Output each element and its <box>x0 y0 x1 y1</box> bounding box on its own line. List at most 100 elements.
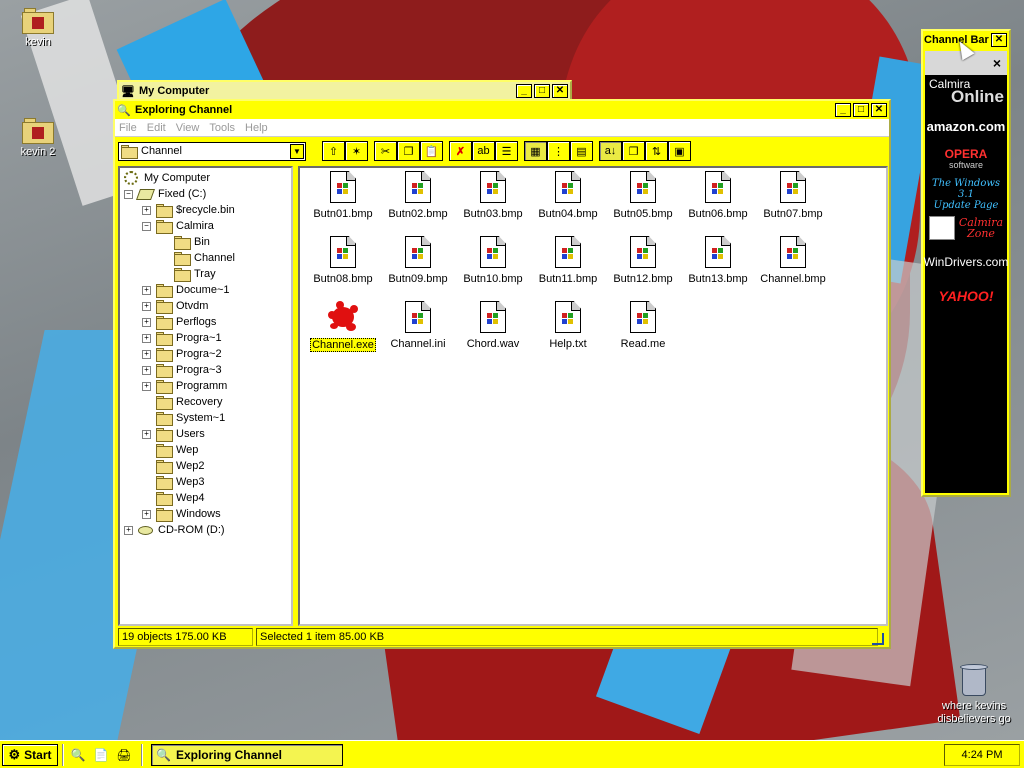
folder-combo[interactable]: Channel ▼ <box>118 141 306 161</box>
tree-item[interactable]: Bin <box>122 234 291 250</box>
folder-tree[interactable]: My Computer − Fixed (C:) + $recycle.bin − Calm… <box>118 166 293 626</box>
minimize-button[interactable]: _ <box>835 103 851 117</box>
expand-icon[interactable]: + <box>124 525 133 535</box>
collapse-icon[interactable]: − <box>142 221 151 231</box>
expand-icon[interactable]: + <box>142 333 151 343</box>
file-item[interactable]: Chord.wav <box>455 301 531 350</box>
close-button[interactable]: ✕ <box>552 84 568 98</box>
file-item[interactable]: Butn11.bmp <box>530 236 606 285</box>
file-item[interactable]: Help.txt <box>530 301 606 350</box>
tree-item[interactable]: + Docume~1 <box>122 282 291 298</box>
expand-icon[interactable]: + <box>142 381 151 391</box>
taskbar-item-exploring-channel[interactable]: 🔍 Exploring Channel <box>151 743 343 766</box>
explore-quicklaunch-icon[interactable]: 🔍 <box>68 745 88 765</box>
chevron-down-icon[interactable]: ▼ <box>290 143 304 159</box>
file-item[interactable]: Butn09.bmp <box>380 236 456 285</box>
sort-by-type-button[interactable]: ❒ <box>622 141 645 161</box>
file-list[interactable]: Butn01.bmp Butn02.bmp Butn03.bmp Butn04.bmp… <box>298 166 888 626</box>
close-button[interactable]: ✕ <box>991 33 1007 47</box>
tree-item[interactable]: + Progra~1 <box>122 330 291 346</box>
expand-icon[interactable]: + <box>142 301 151 311</box>
tree-item[interactable]: − Fixed (C:) <box>122 186 291 202</box>
system-tray-clock[interactable]: 4:24 PM <box>944 744 1020 766</box>
file-item[interactable]: Butn06.bmp <box>680 171 756 220</box>
file-item[interactable]: Butn04.bmp <box>530 171 606 220</box>
file-item[interactable]: Butn05.bmp <box>605 171 681 220</box>
up-folder-button[interactable]: ⇧ <box>322 141 345 161</box>
expand-icon[interactable]: + <box>142 205 151 215</box>
file-item[interactable]: Channel.exe <box>305 301 381 352</box>
expand-icon[interactable]: + <box>142 317 151 327</box>
small-icons-button[interactable]: ⋮ <box>547 141 570 161</box>
file-item[interactable]: Butn03.bmp <box>455 171 531 220</box>
paste-button[interactable]: 📋 <box>420 141 443 161</box>
sort-by-name-button[interactable]: a↓ <box>599 141 622 161</box>
file-item[interactable]: Butn07.bmp <box>755 171 831 220</box>
desktop-icon-kevin-2[interactable]: kevin 2 <box>0 118 78 158</box>
tree-item[interactable]: Wep2 <box>122 458 291 474</box>
sort-by-date-button[interactable]: ▣ <box>668 141 691 161</box>
sort-by-size-button[interactable]: ⇅ <box>645 141 668 161</box>
rename-button[interactable]: ab <box>472 141 495 161</box>
tree-item[interactable]: + $recycle.bin <box>122 202 291 218</box>
tree-item[interactable]: + Otvdm <box>122 298 291 314</box>
expand-icon[interactable]: + <box>142 509 151 519</box>
tree-item[interactable]: + Programm <box>122 378 291 394</box>
tree-item[interactable]: Channel <box>122 250 291 266</box>
tree-item[interactable]: Recovery <box>122 394 291 410</box>
tree-item[interactable]: + Perflogs <box>122 314 291 330</box>
tree-item[interactable]: My Computer <box>122 170 291 186</box>
cut-button[interactable]: ✂ <box>374 141 397 161</box>
tree-item[interactable]: Wep3 <box>122 474 291 490</box>
expand-icon[interactable]: + <box>142 349 151 359</box>
file-item[interactable]: Channel.bmp <box>755 236 831 285</box>
file-item[interactable]: Butn01.bmp <box>305 171 381 220</box>
file-item[interactable]: Butn02.bmp <box>380 171 456 220</box>
file-item[interactable]: Read.me <box>605 301 681 350</box>
maximize-button[interactable]: □ <box>853 103 869 117</box>
explorer-window[interactable]: 🔍 Exploring Channel _ □ ✕ File Edit View… <box>113 99 891 649</box>
details-button[interactable]: ▤ <box>570 141 593 161</box>
document-quicklaunch-icon[interactable]: 📄 <box>91 745 111 765</box>
close-button[interactable]: ✕ <box>871 103 887 117</box>
collapse-icon[interactable]: − <box>124 189 133 199</box>
recycle-bin[interactable]: where kevins disbelievers go <box>934 662 1014 726</box>
tree-item[interactable]: + CD-ROM (D:) <box>122 522 291 538</box>
channel-windrivers[interactable]: WinDrivers.com <box>924 245 1009 279</box>
file-item[interactable]: Butn08.bmp <box>305 236 381 285</box>
copy-button[interactable]: ❐ <box>397 141 420 161</box>
menu-tools[interactable]: Tools <box>209 122 235 134</box>
delete-button[interactable]: ✗ <box>449 141 472 161</box>
resize-grip-icon[interactable] <box>872 633 884 645</box>
large-icons-button[interactable]: ▦ <box>524 141 547 161</box>
my-computer-titlebar[interactable]: 🖥 My Computer _ □ ✕ <box>119 82 570 100</box>
printer-quicklaunch-icon[interactable]: 🖨 <box>114 745 134 765</box>
channel-windows-31-update[interactable]: The Windows 3.1 Update Page <box>925 177 1007 211</box>
tree-item[interactable]: + Users <box>122 426 291 442</box>
tree-item[interactable]: System~1 <box>122 410 291 426</box>
channel-opera[interactable]: OPERA software <box>925 143 1007 177</box>
expand-icon[interactable]: + <box>142 429 151 439</box>
menu-help[interactable]: Help <box>245 122 268 134</box>
tree-item[interactable]: − Calmira <box>122 218 291 234</box>
minimize-button[interactable]: _ <box>516 84 532 98</box>
menu-file[interactable]: File <box>119 122 137 134</box>
explorer-titlebar[interactable]: 🔍 Exploring Channel _ □ ✕ <box>115 101 889 119</box>
file-item[interactable]: Butn10.bmp <box>455 236 531 285</box>
channel-yahoo[interactable]: YAHOO! <box>925 279 1007 313</box>
channel-calmira-online[interactable]: Calmira Online <box>925 75 1007 109</box>
tree-item[interactable]: + Progra~3 <box>122 362 291 378</box>
expand-icon[interactable]: + <box>142 285 151 295</box>
tree-item[interactable]: Wep <box>122 442 291 458</box>
tree-item[interactable]: Tray <box>122 266 291 282</box>
channel-calmira-zone[interactable]: Calmira Zone <box>925 211 1007 245</box>
channel-bar-window[interactable]: Channel Bar ✕ × Calmira Online amazon.co… <box>921 29 1011 497</box>
file-item[interactable]: Channel.ini <box>380 301 456 350</box>
start-button[interactable]: ⚙ Start <box>2 743 58 766</box>
menu-edit[interactable]: Edit <box>147 122 166 134</box>
tree-item[interactable]: + Progra~2 <box>122 346 291 362</box>
tree-item[interactable]: Wep4 <box>122 490 291 506</box>
desktop-icon-kevin[interactable]: kevin <box>0 8 78 48</box>
file-item[interactable]: Butn13.bmp <box>680 236 756 285</box>
file-item[interactable]: Butn12.bmp <box>605 236 681 285</box>
